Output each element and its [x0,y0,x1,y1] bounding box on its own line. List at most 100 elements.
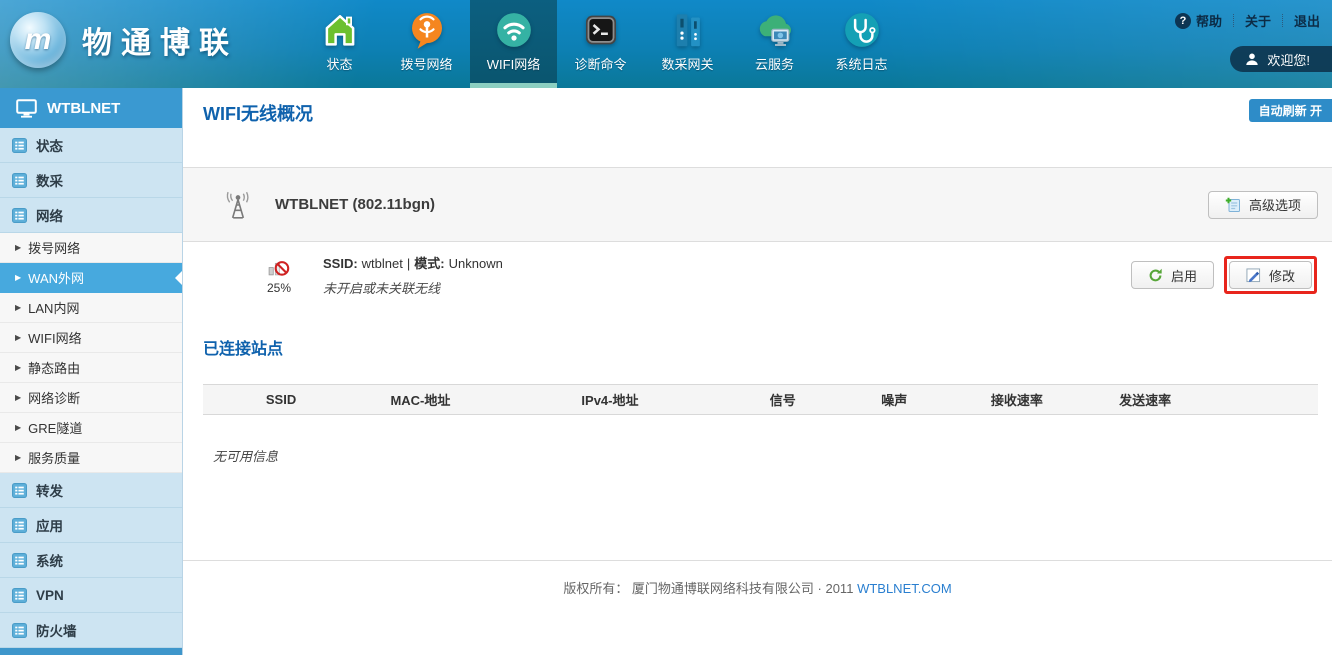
modify-label: 修改 [1269,266,1295,285]
sidebar-item-网络[interactable]: 网络 [0,198,182,233]
brand-glyph: m [25,25,52,55]
gateway-icon [667,9,709,51]
sidebar-subitem-网络诊断[interactable]: ▶ 网络诊断 [0,383,182,413]
nav-item-诊断命令[interactable]: 诊断命令 [557,0,644,88]
sidebar-item-转发[interactable]: 转发 [0,473,182,508]
ssid-mode-separator: | [407,256,410,271]
modify-button[interactable]: 修改 [1229,261,1312,289]
nav-item-拨号网络[interactable]: 拨号网络 [383,0,470,88]
antenna-icon [223,190,253,220]
stations-table-header: SSIDMAC-地址IPv4-地址信号噪声接收速率发送速率 [203,384,1318,415]
sidebar-title: WTBLNET [47,100,120,117]
sidebar: WTBLNET 状态 数采 网络 ▶ 拨号网络 ▶ WAN外网 ▶ LAN内网 … [0,88,183,655]
nav-item-云服务[interactable]: 云服务 [731,0,818,88]
welcome-text: 欢迎您! [1267,50,1310,69]
welcome-badge[interactable]: 欢迎您! [1230,46,1332,72]
advanced-options-icon [1225,197,1241,213]
sidebar-item-数采[interactable]: 数采 [0,163,182,198]
list-icon [12,588,27,603]
column-header-IPv4-地址: IPv4-地址 [482,390,738,409]
sidebar-item-防火墙[interactable]: 防火墙 [0,613,182,648]
sidebar-subitem-LAN内网[interactable]: ▶ LAN内网 [0,293,182,323]
caret-icon: ▶ [15,453,21,462]
column-header-噪声: 噪声 [827,390,961,409]
list-icon [12,138,27,153]
links-divider [1233,14,1234,27]
edit-icon [1246,268,1261,283]
sidebar-subitem-服务质量[interactable]: ▶ 服务质量 [0,443,182,473]
wifi-status-text: 未开启或未关联无线 [323,278,507,297]
dialup-icon [406,9,448,51]
about-link[interactable]: 关于 [1245,11,1271,30]
column-header-SSID: SSID [203,392,359,407]
brand-logo: m 物通博联 [10,12,238,68]
list-icon [12,518,27,533]
sidebar-header: WTBLNET [0,88,182,128]
sidebar-subitem-拨号网络[interactable]: ▶ 拨号网络 [0,233,182,263]
ssid-label: SSID: [323,256,358,271]
sidebar-subitem-WAN外网[interactable]: ▶ WAN外网 [0,263,182,293]
refresh-icon [1148,268,1163,283]
footer-divider [183,560,1332,561]
stations-empty-text: 无可用信息 [213,446,278,465]
help-icon[interactable]: ? [1175,13,1191,29]
page-title: WIFI无线概况 [203,100,313,126]
brand-logo-icon: m [10,12,66,68]
signal-indicator: 25% [267,255,305,295]
sidebar-subitem-WIFI网络[interactable]: ▶ WIFI网络 [0,323,182,353]
main-content: WIFI无线概况 自动刷新 开 WTBLNET (802.11bgn) 高级选项… [183,88,1332,655]
top-links: ? 帮助 关于 退出 [1175,11,1320,30]
sidebar-menu: 状态 数采 网络 ▶ 拨号网络 ▶ WAN外网 ▶ LAN内网 ▶ WIFI网络… [0,128,182,648]
advanced-options-label: 高级选项 [1249,195,1301,214]
list-icon [12,553,27,568]
nav-item-系统日志[interactable]: 系统日志 [818,0,905,88]
stations-heading: 已连接站点 [203,335,283,359]
logout-link[interactable]: 退出 [1294,11,1320,30]
wifi-action-buttons: 启用 修改 [1131,256,1317,294]
auto-refresh-badge[interactable]: 自动刷新 开 [1249,99,1332,122]
caret-icon: ▶ [15,393,21,402]
highlight-box: 修改 [1224,256,1317,294]
logs-icon [841,9,883,51]
caret-icon: ▶ [15,333,21,342]
list-icon [12,173,27,188]
advanced-options-button[interactable]: 高级选项 [1208,191,1318,219]
enable-label: 启用 [1171,266,1197,285]
list-icon [12,483,27,498]
footer: 版权所有： 厦门物通博联网络科技有限公司 · 2011 WTBLNET.COM [183,578,1332,597]
monitor-icon [16,99,37,118]
sidebar-partial-item [0,648,182,655]
enable-button[interactable]: 启用 [1131,261,1214,289]
nav-item-状态[interactable]: 状态 [296,0,383,88]
user-icon [1245,52,1259,66]
sidebar-item-应用[interactable]: 应用 [0,508,182,543]
sidebar-subitem-GRE隧道[interactable]: ▶ GRE隧道 [0,413,182,443]
home-icon [319,9,361,51]
links-divider [1282,14,1283,27]
sidebar-item-VPN[interactable]: VPN [0,578,182,613]
caret-icon: ▶ [15,363,21,372]
terminal-icon [580,9,622,51]
footer-link[interactable]: WTBLNET.COM [857,581,952,596]
column-header-信号: 信号 [738,390,827,409]
sidebar-item-状态[interactable]: 状态 [0,128,182,163]
wifi-network-heading: WTBLNET (802.11bgn) [275,196,435,213]
signal-percent: 25% [267,281,291,295]
wifi-status-row: 25% SSID:wtblnet|模式:Unknown 未开启或未关联无线 启用 [183,244,1332,306]
copyright-text: 版权所有： 厦门物通博联网络科技有限公司 · 2011 [563,581,853,596]
caret-icon: ▶ [15,243,21,252]
column-header-MAC-地址: MAC-地址 [359,390,482,409]
top-header: m 物通博联 状态 拨号网络 WIFI网络 诊断命令 数采网关 云服务 系统日志… [0,0,1332,88]
sidebar-item-系统[interactable]: 系统 [0,543,182,578]
top-nav: 状态 拨号网络 WIFI网络 诊断命令 数采网关 云服务 系统日志 [296,0,905,88]
list-icon [12,623,27,638]
nav-item-数采网关[interactable]: 数采网关 [644,0,731,88]
column-header-接收速率: 接收速率 [961,390,1073,409]
wifi-panel-header: WTBLNET (802.11bgn) 高级选项 [183,167,1332,242]
nav-item-WIFI网络[interactable]: WIFI网络 [470,0,557,88]
mode-label: 模式: [414,256,444,271]
help-link[interactable]: 帮助 [1196,11,1222,30]
ssid-value: wtblnet [362,256,403,271]
sidebar-subitem-静态路由[interactable]: ▶ 静态路由 [0,353,182,383]
caret-icon: ▶ [15,303,21,312]
